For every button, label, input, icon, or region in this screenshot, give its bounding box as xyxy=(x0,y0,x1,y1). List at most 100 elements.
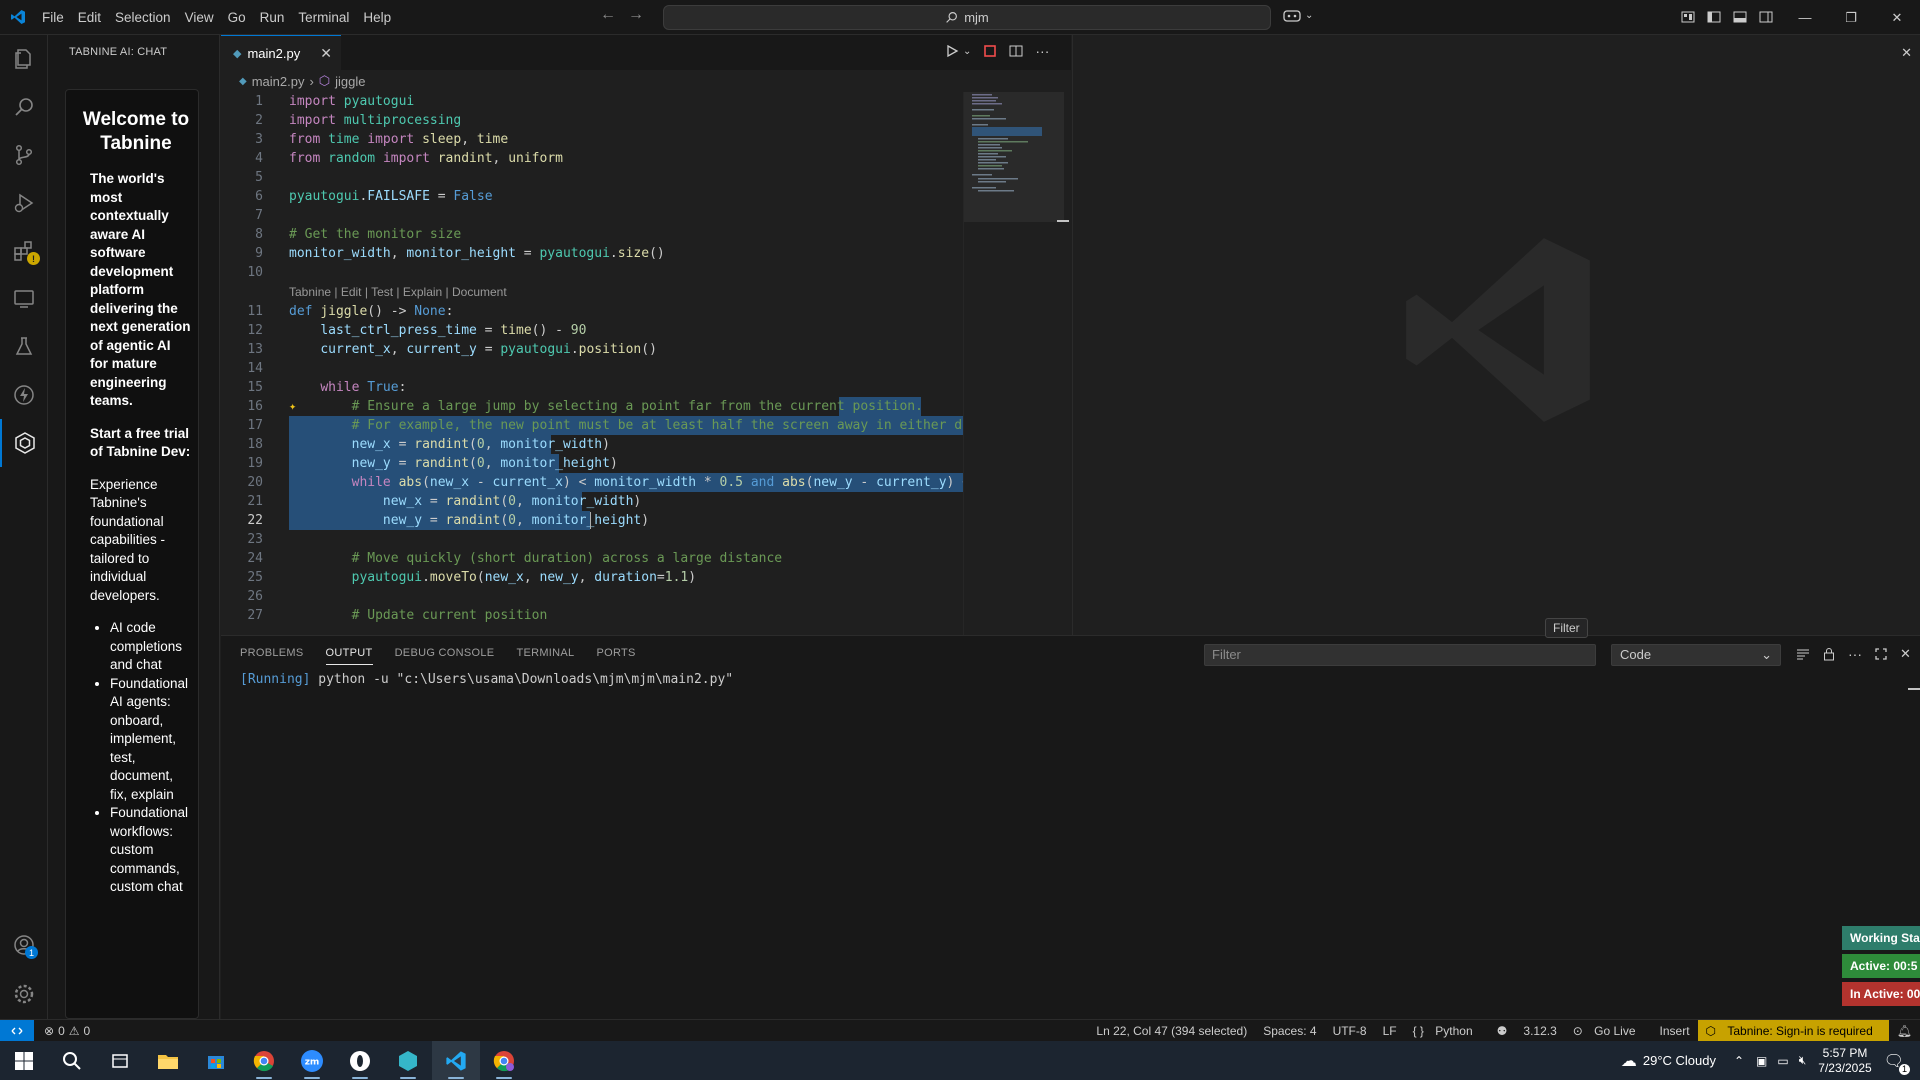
chevron-up-icon[interactable]: ⌃ xyxy=(1734,1054,1744,1068)
problems-summary[interactable]: ⊗ 0 ⚠ 0 xyxy=(44,1024,90,1038)
notification-center-icon[interactable]: 🗨︎ 1 xyxy=(1884,1051,1910,1075)
python-interpreter[interactable]: 3.12.3 xyxy=(1515,1024,1564,1038)
go-live-button[interactable]: ⊙ Go Live xyxy=(1565,1024,1652,1038)
chevron-down-icon[interactable]: ⌄ xyxy=(963,46,971,57)
tab-ports[interactable]: PORTS xyxy=(596,647,635,665)
extensions-icon[interactable]: ! xyxy=(0,227,48,275)
code-editor[interactable]: 1 import pyautogui 2 import multiprocessin… xyxy=(221,92,963,635)
lightning-icon[interactable] xyxy=(0,371,48,419)
output-channel-select[interactable]: Code ⌄ xyxy=(1611,644,1781,666)
indentation[interactable]: Spaces: 4 xyxy=(1255,1024,1324,1038)
tabnine-status[interactable]: ⬡ Tabnine: Sign-in is required xyxy=(1697,1020,1889,1042)
back-arrow-icon[interactable]: ← xyxy=(600,6,616,24)
working-status-badge: Working Sta xyxy=(1842,926,1920,950)
command-center-search[interactable]: mjm xyxy=(663,5,1271,30)
encoding[interactable]: UTF-8 xyxy=(1325,1024,1375,1038)
weather-text[interactable]: 29°C Cloudy xyxy=(1643,1053,1716,1068)
minimap[interactable] xyxy=(963,92,1064,635)
copilot-button[interactable]: ⌄ xyxy=(1283,8,1313,22)
task-view-icon[interactable] xyxy=(96,1041,144,1080)
menu-terminal[interactable]: Terminal xyxy=(291,0,356,35)
maximize-panel-icon[interactable] xyxy=(1874,647,1888,661)
output-filter-input[interactable]: Filter xyxy=(1204,644,1596,666)
zoom-icon[interactable]: zm xyxy=(288,1041,336,1080)
language-mode-label: Python xyxy=(1435,1024,1473,1038)
remote-indicator-icon[interactable] xyxy=(0,1019,34,1042)
volume-muted-icon[interactable]: 🔇︎ xyxy=(1799,1053,1807,1068)
testing-flask-icon[interactable] xyxy=(0,323,48,371)
language-mode[interactable]: { } Python xyxy=(1405,1024,1489,1038)
close-tab-icon[interactable]: ✕ xyxy=(320,45,332,62)
minimize-icon[interactable]: — xyxy=(1782,0,1828,35)
menu-file[interactable]: File xyxy=(35,0,71,35)
tab-main2-py[interactable]: ◆ main2.py ✕ xyxy=(221,35,341,70)
chevron-down-icon: ⌄ xyxy=(1305,9,1314,21)
toggle-panel-icon[interactable] xyxy=(1732,9,1748,25)
breadcrumb-file[interactable]: main2.py xyxy=(252,74,305,89)
forward-arrow-icon[interactable]: → xyxy=(628,6,644,24)
menu-edit[interactable]: Edit xyxy=(71,0,108,35)
more-actions-icon[interactable]: ··· xyxy=(1035,43,1049,59)
line-number: 15 xyxy=(247,380,263,395)
trial-text[interactable]: Start a free trial of Tabnine Dev: xyxy=(90,425,192,462)
cursor-position[interactable]: Ln 22, Col 47 (394 selected) xyxy=(1088,1024,1255,1038)
filter-tooltip: Filter xyxy=(1545,618,1588,638)
breadcrumb-symbol[interactable]: jiggle xyxy=(335,74,365,89)
menu-view[interactable]: View xyxy=(178,0,221,35)
line-number: 26 xyxy=(247,589,263,604)
split-editor-icon[interactable] xyxy=(1009,44,1023,58)
more-actions-icon[interactable]: ··· xyxy=(1848,646,1862,662)
explorer-icon[interactable] xyxy=(0,35,48,83)
vscode-taskbar-icon[interactable] xyxy=(432,1041,480,1080)
search-activity-icon[interactable] xyxy=(0,83,48,131)
toggle-secondary-sidebar-icon[interactable] xyxy=(1758,9,1774,25)
settings-gear-icon[interactable] xyxy=(0,970,48,1018)
clear-output-icon[interactable] xyxy=(1796,647,1810,661)
tab-debug-console[interactable]: DEBUG CONSOLE xyxy=(395,647,495,665)
run-file-icon[interactable] xyxy=(945,44,959,58)
windows-start-icon[interactable] xyxy=(0,1041,48,1080)
store-icon[interactable] xyxy=(192,1041,240,1080)
restore-icon[interactable]: ❐ xyxy=(1828,0,1874,35)
account-icon[interactable]: 1 xyxy=(0,921,48,969)
lock-icon[interactable] xyxy=(1822,647,1836,661)
weather-icon[interactable]: ☁ xyxy=(1621,1051,1637,1071)
close-window-icon[interactable]: ✕ xyxy=(1874,0,1920,35)
stop-icon[interactable] xyxy=(983,44,997,58)
line-number: 16 xyxy=(247,399,263,414)
menu-selection[interactable]: Selection xyxy=(108,0,178,35)
remote-explorer-icon[interactable] xyxy=(0,275,48,323)
source-control-icon[interactable] xyxy=(0,131,48,179)
taskbar-search-icon[interactable] xyxy=(48,1041,96,1080)
tab-output[interactable]: OUTPUT xyxy=(325,647,373,665)
active-time-badge: Active: 00:5 xyxy=(1842,954,1920,978)
toggle-primary-sidebar-icon[interactable] xyxy=(1706,9,1722,25)
minimap-slider[interactable] xyxy=(964,92,1064,222)
tabnine-codelens[interactable]: Tabnine | Edit | Test | Explain | Docume… xyxy=(289,285,507,299)
copilot-status-icon[interactable]: ⚉ xyxy=(1489,1024,1516,1038)
layout-controls xyxy=(1680,9,1774,25)
run-debug-icon[interactable] xyxy=(0,179,48,227)
app-circle-icon[interactable] xyxy=(336,1041,384,1080)
end-of-line[interactable]: LF xyxy=(1375,1024,1405,1038)
tabnine-icon[interactable] xyxy=(0,419,48,467)
editor-scrollbar[interactable] xyxy=(1057,92,1071,635)
network-icon[interactable]: ▭ xyxy=(1777,1054,1788,1068)
clock-date: 7/23/2025 xyxy=(1818,1060,1872,1075)
chrome-icon[interactable] xyxy=(240,1041,288,1080)
notifications-bell-icon[interactable]: 🔔︎ xyxy=(1889,1024,1920,1038)
close-panel-icon[interactable]: ✕ xyxy=(1900,646,1911,662)
menu-go[interactable]: Go xyxy=(221,0,253,35)
chrome-profile-icon[interactable] xyxy=(480,1041,528,1080)
clock[interactable]: 5:57 PM 7/23/2025 xyxy=(1818,1046,1871,1076)
onedrive-icon[interactable]: ▣ xyxy=(1756,1054,1767,1068)
customize-layout-icon[interactable] xyxy=(1680,9,1696,25)
menu-run[interactable]: Run xyxy=(253,0,292,35)
menu-help[interactable]: Help xyxy=(356,0,398,35)
file-explorer-icon[interactable] xyxy=(144,1041,192,1080)
close-group-icon[interactable]: ✕ xyxy=(1901,45,1912,61)
tab-terminal[interactable]: TERMINAL xyxy=(516,647,574,665)
tab-problems[interactable]: PROBLEMS xyxy=(240,647,304,665)
app-hexagon-icon[interactable] xyxy=(384,1041,432,1080)
insert-mode[interactable]: Insert xyxy=(1652,1024,1698,1038)
